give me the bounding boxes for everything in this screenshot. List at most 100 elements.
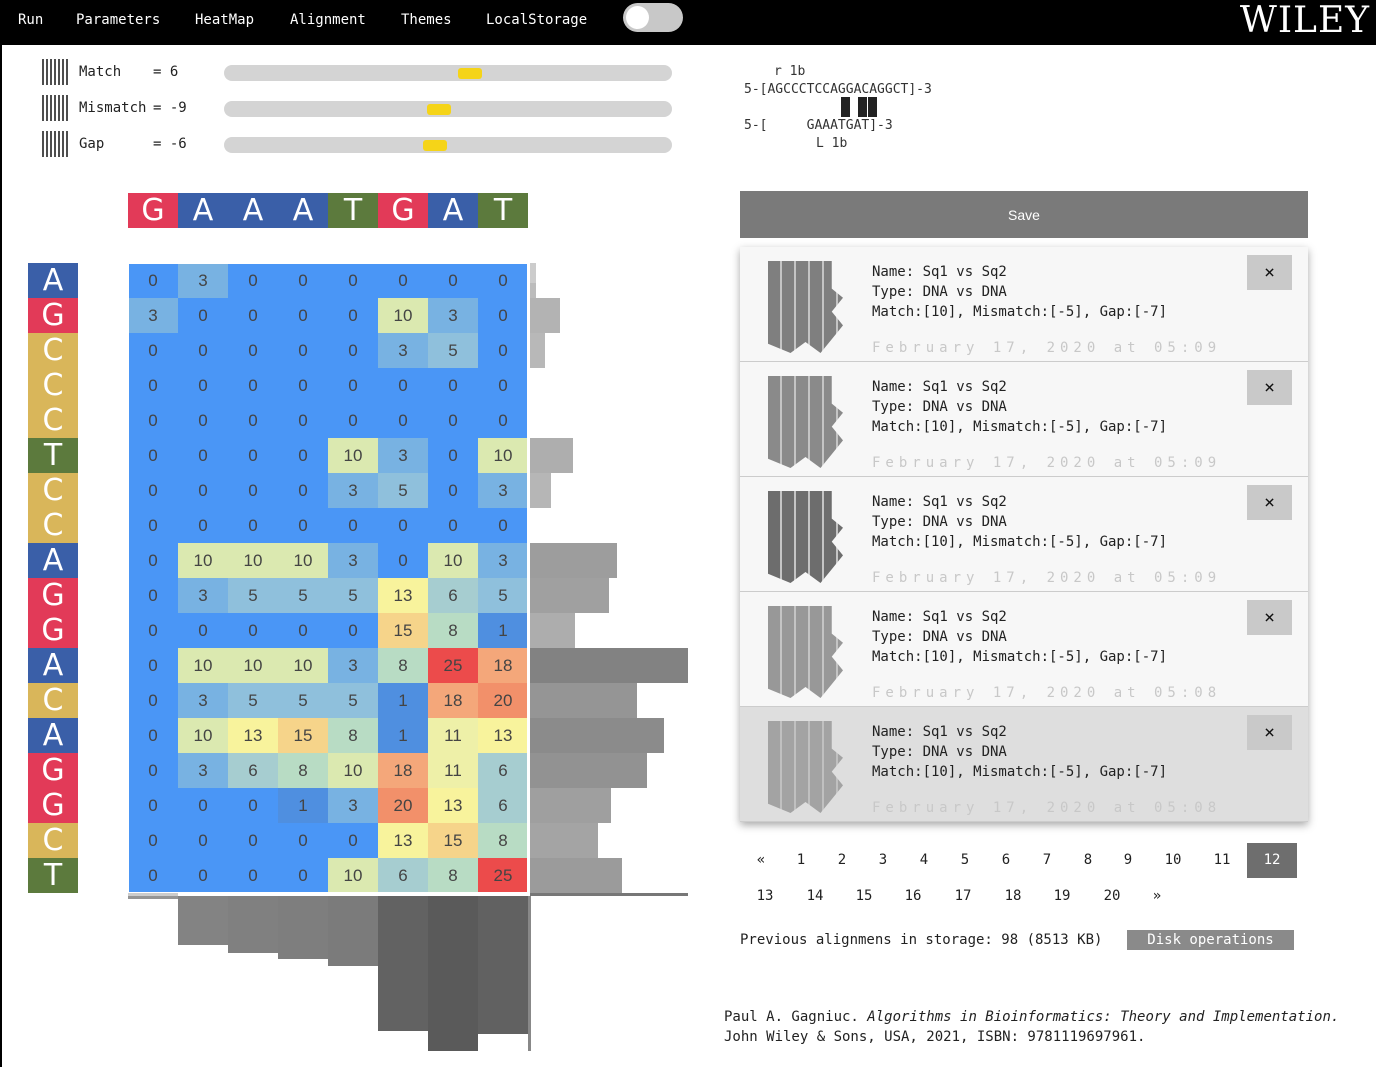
heatmap-cell[interactable]: 0 [278,508,328,543]
heatmap-cell[interactable]: 3 [428,298,478,333]
heatmap-cell[interactable]: 5 [228,683,278,718]
page-link[interactable]: 8 [1068,852,1108,868]
page-link[interactable]: 1 [781,852,821,868]
heatmap-cell[interactable]: 0 [428,403,478,438]
heatmap-cell[interactable]: 0 [378,368,428,403]
heatmap-cell[interactable]: 0 [278,368,328,403]
heatmap-cell[interactable]: 5 [328,578,378,613]
heatmap-cell[interactable]: 0 [228,473,278,508]
heatmap-cell[interactable]: 0 [228,508,278,543]
heatmap-cell[interactable]: 3 [378,333,428,368]
heatmap-cell[interactable]: 0 [178,333,228,368]
heatmap-cell[interactable]: 0 [328,298,378,333]
parameter-slider[interactable] [224,65,672,81]
heatmap-cell[interactable]: 3 [328,788,378,823]
theme-toggle[interactable] [623,3,683,32]
heatmap-cell[interactable]: 10 [228,648,278,683]
heatmap-cell[interactable]: 0 [128,543,178,578]
heatmap-cell[interactable]: 6 [378,858,428,893]
heatmap-cell[interactable]: 0 [128,788,178,823]
heatmap-cell[interactable]: 0 [428,368,478,403]
heatmap-cell[interactable]: 0 [178,298,228,333]
heatmap-cell[interactable]: 10 [178,543,228,578]
heatmap-cell[interactable]: 3 [478,473,528,508]
parameter-slider[interactable] [224,101,672,117]
heatmap-cell[interactable]: 0 [278,613,328,648]
heatmap-cell[interactable]: 10 [278,543,328,578]
menu-run[interactable]: Run [18,12,43,28]
heatmap-cell[interactable]: 0 [478,403,528,438]
heatmap-cell[interactable]: 13 [378,578,428,613]
heatmap-cell[interactable]: 6 [478,753,528,788]
heatmap-cell[interactable]: 0 [178,438,228,473]
slider-thumb[interactable] [422,140,447,151]
heatmap-cell[interactable]: 0 [428,508,478,543]
page-link[interactable]: 3 [863,852,903,868]
menu-localstorage[interactable]: LocalStorage [486,12,587,28]
page-link[interactable]: 13 [745,888,785,904]
heatmap-cell[interactable]: 8 [378,648,428,683]
heatmap-cell[interactable]: 0 [278,298,328,333]
heatmap-cell[interactable]: 0 [228,613,278,648]
heatmap-cell[interactable]: 6 [478,788,528,823]
heatmap-cell[interactable]: 25 [478,858,528,893]
heatmap-cell[interactable]: 0 [278,823,328,858]
heatmap-cell[interactable]: 0 [128,473,178,508]
heatmap-cell[interactable]: 8 [428,613,478,648]
heatmap-cell[interactable]: 0 [428,473,478,508]
heatmap-cell[interactable]: 18 [428,683,478,718]
heatmap-cell[interactable]: 10 [478,438,528,473]
delete-entry-button[interactable]: × [1247,715,1292,750]
heatmap-cell[interactable]: 5 [278,578,328,613]
heatmap-cell[interactable]: 0 [478,298,528,333]
heatmap-cell[interactable]: 0 [328,508,378,543]
storage-entry[interactable]: Name: Sq1 vs Sq2 Type: DNA vs DNA Match:[1… [740,247,1308,362]
page-link[interactable]: 2 [822,852,862,868]
heatmap-cell[interactable]: 3 [128,298,178,333]
heatmap-cell[interactable]: 3 [478,543,528,578]
heatmap-cell[interactable]: 3 [378,438,428,473]
slider-thumb[interactable] [427,104,452,115]
heatmap-cell[interactable]: 15 [428,823,478,858]
page-link[interactable]: 5 [945,852,985,868]
page-link[interactable]: 18 [993,888,1033,904]
heatmap-cell[interactable]: 0 [228,333,278,368]
heatmap-cell[interactable]: 0 [278,438,328,473]
page-link[interactable]: 12 [1247,843,1297,878]
page-link[interactable]: 7 [1027,852,1067,868]
heatmap-cell[interactable]: 10 [328,438,378,473]
heatmap-cell[interactable]: 0 [228,438,278,473]
page-link[interactable]: 10 [1153,852,1193,868]
page-link[interactable]: 17 [943,888,983,904]
heatmap-cell[interactable]: 0 [128,823,178,858]
page-link[interactable]: 6 [986,852,1026,868]
heatmap-cell[interactable]: 3 [178,578,228,613]
parameter-slider[interactable] [224,137,672,153]
heatmap-cell[interactable]: 5 [478,578,528,613]
heatmap-cell[interactable]: 20 [378,788,428,823]
heatmap-cell[interactable]: 0 [478,333,528,368]
heatmap-cell[interactable]: 0 [378,508,428,543]
drag-handle-icon[interactable] [42,95,70,121]
heatmap-cell[interactable]: 1 [378,683,428,718]
heatmap-cell[interactable]: 1 [478,613,528,648]
heatmap-cell[interactable]: 0 [278,858,328,893]
delete-entry-button[interactable]: × [1247,255,1292,290]
heatmap-cell[interactable]: 0 [278,473,328,508]
page-link[interactable]: 14 [795,888,835,904]
heatmap-cell[interactable]: 0 [128,263,178,298]
storage-entry[interactable]: Name: Sq1 vs Sq2 Type: DNA vs DNA Match:[1… [740,592,1308,707]
slider-thumb[interactable] [458,68,483,79]
heatmap-cell[interactable]: 18 [478,648,528,683]
delete-entry-button[interactable]: × [1247,600,1292,635]
storage-entry[interactable]: Name: Sq1 vs Sq2 Type: DNA vs DNA Match:[1… [740,477,1308,592]
storage-entry[interactable]: Name: Sq1 vs Sq2 Type: DNA vs DNA Match:[1… [740,707,1308,822]
heatmap-cell[interactable]: 25 [428,648,478,683]
heatmap-cell[interactable]: 0 [278,333,328,368]
heatmap-cell[interactable]: 0 [128,578,178,613]
heatmap-cell[interactable]: 18 [378,753,428,788]
heatmap-cell[interactable]: 0 [228,823,278,858]
page-link[interactable]: 19 [1042,888,1082,904]
heatmap-cell[interactable]: 0 [178,403,228,438]
heatmap-cell[interactable]: 1 [378,718,428,753]
